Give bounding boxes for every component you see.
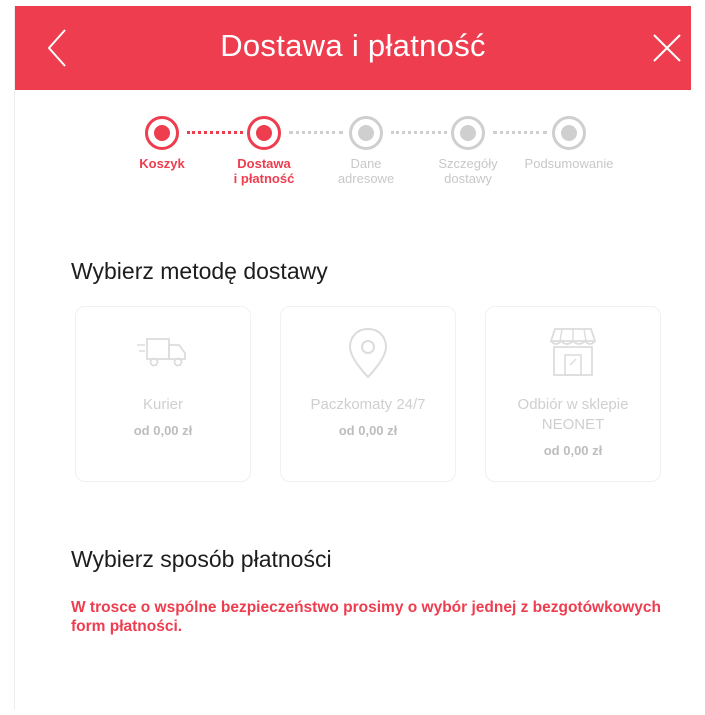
- close-icon: [653, 34, 681, 62]
- delivery-option-price: od 0,00 zł: [338, 423, 398, 438]
- checkout-screen: Dostawa i płatność Koszyk Dostawa i płat…: [14, 6, 691, 710]
- header-bar: Dostawa i płatność: [15, 6, 691, 90]
- payment-section-title: Wybierz sposób płatności: [71, 546, 332, 572]
- step-indicator-dane: [349, 116, 383, 150]
- step-indicator-koszyk: [145, 116, 179, 150]
- delivery-option-name: Kurier: [142, 396, 183, 413]
- page-title: Dostawa i płatność: [220, 28, 486, 63]
- step-indicator-podsumowanie: [552, 116, 586, 150]
- step-connector: [493, 131, 547, 138]
- step-connector: [289, 131, 343, 138]
- delivery-option-kurier[interactable]: Kurier od 0,00 zł: [75, 306, 251, 482]
- step-indicator-szczegoly: [451, 116, 485, 150]
- delivery-option-odbior-w-sklepie[interactable]: Odbiór w sklepie NEONET od 0,00 zł: [485, 306, 661, 482]
- step-connector: [391, 131, 447, 138]
- delivery-option-price: od 0,00 zł: [133, 423, 193, 438]
- step-label-podsumowanie: Podsumowanie: [524, 156, 614, 171]
- delivery-option-price: od 0,00 zł: [543, 443, 603, 458]
- delivery-option-name: Paczkomaty 24/7: [310, 396, 426, 413]
- delivery-section-title: Wybierz metodę dostawy: [71, 258, 328, 284]
- step-connector: [187, 131, 243, 138]
- step-label-koszyk: Koszyk: [139, 156, 185, 171]
- store-icon: [549, 328, 597, 376]
- close-button[interactable]: [649, 30, 685, 66]
- step-label-dostawa: Dostawa i płatność: [233, 156, 295, 186]
- step-label-szczegoly: Szczegóły dostawy: [438, 156, 498, 186]
- payment-notice: W trosce o wspólne bezpieczeństwo prosim…: [71, 599, 661, 635]
- delivery-option-paczkomaty[interactable]: Paczkomaty 24/7 od 0,00 zł: [280, 306, 456, 482]
- step-indicator-dostawa: [247, 116, 281, 150]
- step-label-dane: Dane adresowe: [337, 156, 395, 186]
- checkout-stepper: Koszyk Dostawa i płatność Dane adresowe …: [15, 106, 691, 196]
- truck-icon: [137, 338, 186, 367]
- location-pin-icon: [348, 327, 388, 379]
- delivery-option-name: Odbiór w sklepie NEONET: [517, 396, 629, 433]
